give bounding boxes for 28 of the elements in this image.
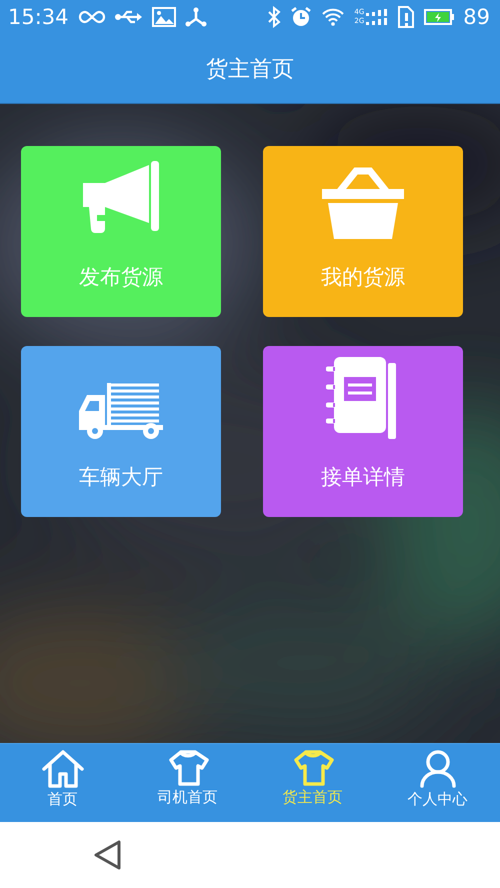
- nav-tab[interactable]: 货主首页: [250, 744, 375, 822]
- wifi-icon: [321, 7, 346, 27]
- signal-bars-icon: [366, 18, 388, 25]
- battery-percentage: 89: [463, 5, 490, 29]
- menu-tile[interactable]: 车辆大厅: [21, 346, 221, 517]
- infinity-icon: [78, 10, 106, 24]
- person-icon: [420, 750, 456, 788]
- alarm-clock-icon: [290, 6, 312, 28]
- clock-time: 15:34: [8, 5, 69, 29]
- sim-card-icon: [397, 5, 416, 29]
- image-icon: [152, 7, 176, 27]
- back-icon[interactable]: [94, 839, 122, 871]
- truck-icon: [79, 381, 163, 441]
- home-icon: [42, 750, 84, 788]
- bluetooth-icon: [267, 6, 282, 28]
- nav-tab[interactable]: 司机首页: [125, 744, 250, 822]
- shirt-icon: [292, 750, 334, 786]
- basket-icon: [322, 165, 404, 241]
- menu-tile[interactable]: 接单详情: [263, 346, 463, 517]
- battery-charging-icon: [424, 9, 454, 25]
- usb-icon: [114, 9, 143, 25]
- menu-tile[interactable]: 我的货源: [263, 146, 463, 317]
- nav-tab[interactable]: 首页: [0, 744, 125, 822]
- nav-tab[interactable]: 个人中心: [375, 744, 500, 822]
- signal-bars-icon: [366, 9, 388, 16]
- share-icon: [184, 7, 207, 27]
- page-title: 货主首页: [206, 56, 294, 84]
- shirt-icon: [166, 750, 208, 786]
